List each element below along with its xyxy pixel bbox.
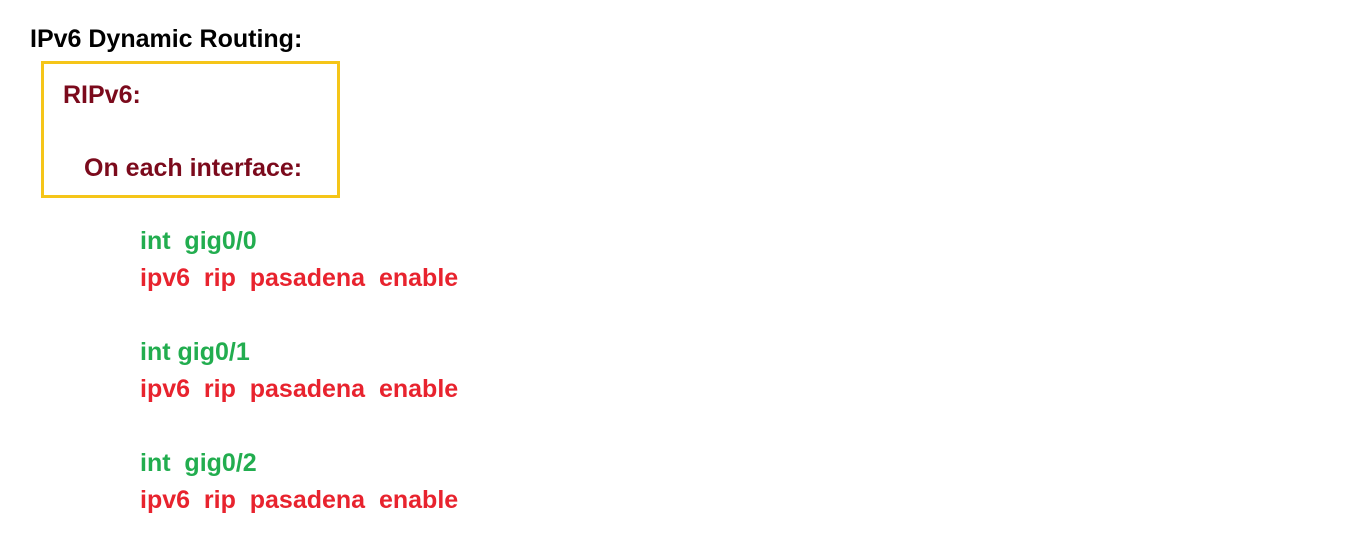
ripv6-heading: RIPv6: [63, 81, 141, 109]
rip-enable-command: ipv6 rip pasadena enable [140, 486, 459, 514]
rip-enable-command: ipv6 rip pasadena enable [140, 264, 459, 292]
interface-command: int gig0/0 [140, 227, 257, 255]
rip-enable-command: ipv6 rip pasadena enable [140, 375, 459, 403]
config-block-gig0-0: int gig0/0 ipv6 rip pasadena enable [140, 223, 458, 297]
config-block-gig0-1: int gig0/1 ipv6 rip pasadena enable [140, 334, 458, 408]
interface-command: int gig0/1 [140, 338, 250, 366]
interface-subheading: On each interface: [84, 154, 303, 182]
page-title: IPv6 Dynamic Routing: [30, 25, 303, 53]
config-block-gig0-2: int gig0/2 ipv6 rip pasadena enable [140, 445, 458, 519]
interface-command: int gig0/2 [140, 449, 257, 477]
